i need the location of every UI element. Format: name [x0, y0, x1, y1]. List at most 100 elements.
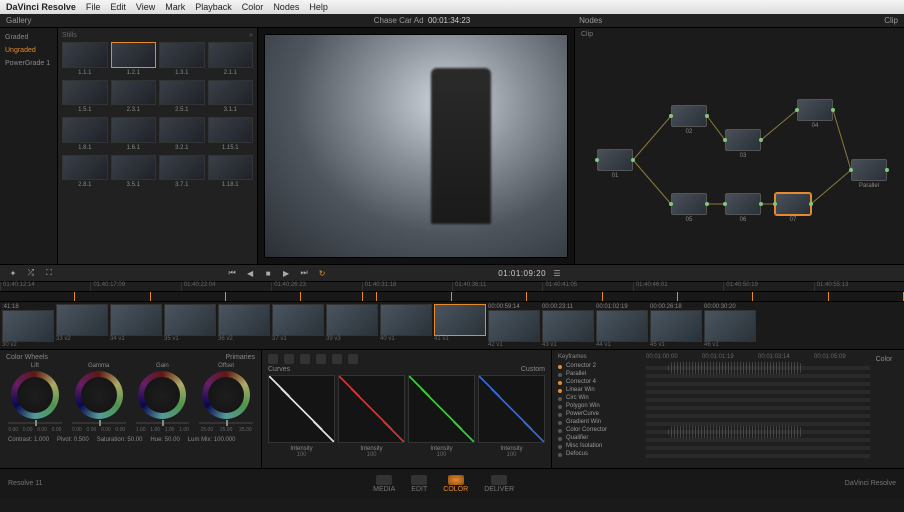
menu-color[interactable]: Color — [242, 2, 264, 12]
kf-item-corrector-4[interactable]: Corrector 4 — [558, 378, 646, 386]
wheel-gain[interactable]: Gain1.001.001.001.00 — [134, 363, 192, 433]
still-thumbnail[interactable]: 2.8.1 — [62, 155, 108, 181]
primaries-mode[interactable]: Primaries — [225, 354, 255, 361]
adjust-pivot[interactable]: Pivot: 0.500 — [57, 437, 89, 443]
tool-icon[interactable] — [332, 354, 342, 364]
kf-item-polygon-win[interactable]: Polygon Win — [558, 402, 646, 410]
kf-track[interactable] — [646, 414, 870, 418]
tool-icon[interactable] — [348, 354, 358, 364]
still-thumbnail[interactable]: 1.15.1 — [208, 117, 254, 143]
node-05[interactable]: 05 — [671, 193, 707, 215]
master-slider[interactable] — [199, 422, 253, 424]
node-02[interactable]: 02 — [671, 105, 707, 127]
kf-item-linear-win[interactable]: Linear Win — [558, 386, 646, 394]
still-thumbnail[interactable]: 2.1.1 — [208, 42, 254, 68]
playhead[interactable] — [362, 292, 363, 301]
tool-icon[interactable] — [316, 354, 326, 364]
adjust-contrast[interactable]: Contrast: 1.000 — [8, 437, 49, 443]
first-frame-icon[interactable]: ⏮ — [225, 267, 239, 279]
menu-help[interactable]: Help — [309, 2, 328, 12]
still-thumbnail[interactable]: 1.1.1 — [62, 42, 108, 68]
master-slider[interactable] — [136, 422, 190, 424]
curve-blue[interactable]: Intensity100 — [478, 375, 545, 458]
still-thumbnail[interactable]: 1.6.1 — [111, 117, 157, 143]
split-icon[interactable]: ⛶ — [42, 267, 56, 279]
still-thumbnail[interactable]: 1.2.1 — [111, 42, 157, 68]
still-thumbnail[interactable]: 3.2.1 — [159, 117, 205, 143]
menu-view[interactable]: View — [136, 2, 155, 12]
node-Parallel[interactable]: Parallel — [851, 159, 887, 181]
wheel-gamma[interactable]: Gamma0.000.000.000.00 — [70, 363, 128, 433]
clip-thumbnail[interactable]: 36 v2 — [218, 304, 270, 347]
clip-thumbnail[interactable]: 33 v2 — [56, 304, 108, 347]
node-07[interactable]: 07 — [775, 193, 811, 215]
node-editor[interactable]: Clip 01020304050607Parallel — [574, 28, 904, 264]
still-thumbnail[interactable]: 3.1.1 — [208, 80, 254, 106]
page-edit[interactable]: EDIT — [411, 475, 427, 493]
kf-item-circ-win[interactable]: Circ Win — [558, 394, 646, 402]
prev-frame-icon[interactable]: ◀ — [243, 267, 257, 279]
kf-item-corrector-2[interactable]: Corrector 2 — [558, 362, 646, 370]
loop-icon[interactable]: ↻ — [315, 267, 329, 279]
tool-icon[interactable] — [268, 354, 278, 364]
kf-item-powercurve[interactable]: PowerCurve — [558, 410, 646, 418]
gallery-album-ungraded[interactable]: Ungraded — [2, 45, 55, 56]
kf-item-color-corrector[interactable]: Color Corrector — [558, 426, 646, 434]
curves-mode[interactable]: Custom — [521, 366, 545, 373]
clip-thumbnail[interactable]: 41 v1 — [434, 304, 486, 347]
color-wheel[interactable] — [75, 371, 123, 419]
gallery-tree[interactable]: GradedUngradedPowerGrade 1 — [0, 28, 58, 264]
kf-track[interactable] — [646, 406, 870, 410]
menu-playback[interactable]: Playback — [195, 2, 232, 12]
adjust-lum-mix[interactable]: Lum Mix: 100.000 — [188, 437, 236, 443]
mini-timeline[interactable] — [0, 292, 904, 302]
adjust-saturation[interactable]: Saturation: 50.00 — [97, 437, 143, 443]
kf-track[interactable] — [646, 390, 870, 394]
menu-file[interactable]: File — [86, 2, 101, 12]
menu-davinci-resolve[interactable]: DaVinci Resolve — [6, 2, 76, 12]
kf-item-qualifier[interactable]: Qualifier — [558, 434, 646, 442]
still-thumbnail[interactable]: 1.3.1 — [159, 42, 205, 68]
color-wheel[interactable] — [202, 371, 250, 419]
keyframe-timeline[interactable]: 00:01:00:0000:01:01:1900:01:03:1400:01:0… — [646, 354, 870, 464]
play-icon[interactable]: ▶ — [279, 267, 293, 279]
next-frame-icon[interactable]: ⏭ — [297, 267, 311, 279]
master-slider[interactable] — [72, 422, 126, 424]
curve-red[interactable]: Intensity100 — [338, 375, 405, 458]
kf-item-gradient-win[interactable]: Gradient Win — [558, 418, 646, 426]
clip-thumbnail[interactable]: 35 v1 — [164, 304, 216, 347]
kf-item-parallel[interactable]: Parallel — [558, 370, 646, 378]
kf-track[interactable] — [646, 446, 870, 450]
tool-icon[interactable] — [284, 354, 294, 364]
kf-item-misc-isolation[interactable]: Misc Isolation — [558, 442, 646, 450]
kf-track[interactable] — [646, 438, 870, 442]
grab-still-icon[interactable]: ✦ — [6, 267, 20, 279]
still-thumbnail[interactable]: 3.5.1 — [111, 155, 157, 181]
node-03[interactable]: 03 — [725, 129, 761, 151]
clip-thumbnail[interactable]: 00:00:59:1442 v1 — [488, 304, 540, 347]
menu-nodes[interactable]: Nodes — [273, 2, 299, 12]
color-wheel[interactable] — [138, 371, 186, 419]
kf-track[interactable] — [646, 454, 870, 458]
still-thumbnail[interactable]: 2.5.1 — [159, 80, 205, 106]
gallery-album-graded[interactable]: Graded — [2, 32, 55, 43]
master-slider[interactable] — [8, 422, 62, 424]
clip-thumbnail[interactable]: 39 v3 — [326, 304, 378, 347]
tc-menu-icon[interactable]: ☰ — [550, 267, 564, 279]
curve-luminance[interactable]: Intensity100 — [268, 375, 335, 458]
shuffle-icon[interactable]: ⤮ — [24, 267, 38, 279]
os-menubar[interactable]: DaVinci ResolveFileEditViewMarkPlaybackC… — [0, 0, 904, 14]
kf-track[interactable] — [646, 398, 870, 402]
page-media[interactable]: MEDIA — [373, 475, 395, 493]
color-wheel[interactable] — [11, 371, 59, 419]
clip-thumbnail[interactable]: 40 v1 — [380, 304, 432, 347]
clip-thumbnail[interactable]: 34 v1 — [110, 304, 162, 347]
clip-thumbnail[interactable]: 00:00:26:1845 v1 — [650, 304, 702, 347]
node-06[interactable]: 06 — [725, 193, 761, 215]
still-thumbnail[interactable]: 1.18.1 — [208, 155, 254, 181]
menu-mark[interactable]: Mark — [165, 2, 185, 12]
node-04[interactable]: 04 — [797, 99, 833, 121]
viewer-image[interactable] — [264, 34, 568, 258]
timeline-ruler[interactable]: 01:40:12:1401:40:17:0901:40:22:0401:40:2… — [0, 282, 904, 292]
kf-item-defocus[interactable]: Defocus — [558, 450, 646, 458]
